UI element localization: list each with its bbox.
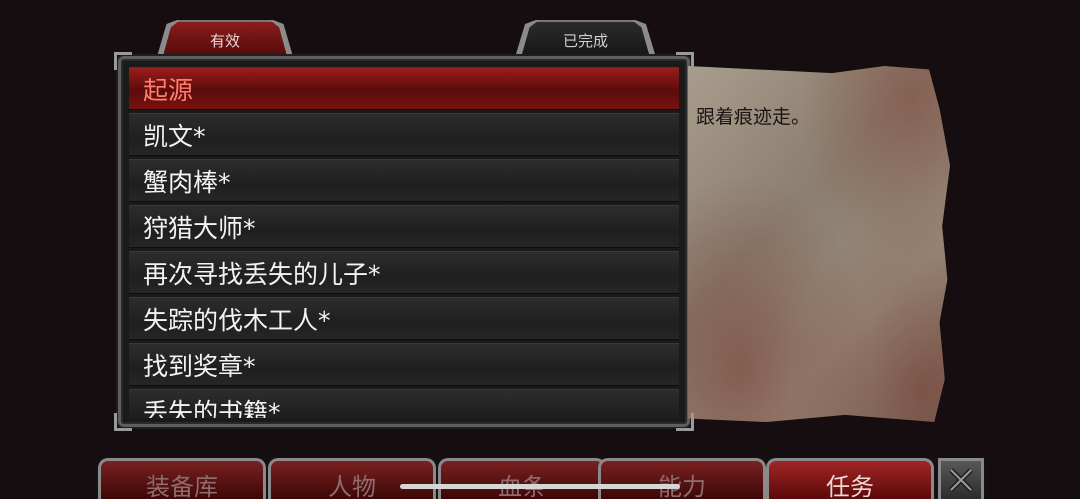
frame-corner-bottom-right xyxy=(676,413,694,431)
quest-row[interactable]: 再次寻找丢失的儿子* xyxy=(129,251,679,294)
tab-active[interactable]: 有效 xyxy=(150,20,300,60)
close-button[interactable] xyxy=(938,458,984,499)
nav-label: 装备库 xyxy=(146,472,218,499)
quest-title: 找到奖章* xyxy=(143,351,256,381)
nav-character-button[interactable]: 人物 xyxy=(268,458,436,499)
tab-active-label: 有效 xyxy=(209,31,240,50)
quest-title: 凯文* xyxy=(143,121,206,151)
frame-corner-top-left xyxy=(114,52,132,70)
quest-title: 丢失的书籍* xyxy=(143,397,281,419)
quest-row-origin[interactable]: 起源 xyxy=(129,67,679,110)
nav-label: 血条 xyxy=(498,472,546,499)
tab-completed-label: 已完成 xyxy=(562,31,608,50)
nav-abilities-button[interactable]: 能力 xyxy=(598,458,766,499)
home-indicator xyxy=(400,484,680,489)
tab-completed[interactable]: 已完成 xyxy=(508,20,663,60)
quest-title: 起源 xyxy=(143,75,194,105)
nav-inventory-button[interactable]: 装备库 xyxy=(98,458,266,499)
quest-row[interactable]: 找到奖章* xyxy=(129,343,679,386)
quest-title: 狩猎大师* xyxy=(143,213,256,243)
frame-corner-top-right xyxy=(676,52,694,70)
quest-row[interactable]: 狩猎大师* xyxy=(129,205,679,248)
quest-row[interactable]: 凯文* xyxy=(129,113,679,156)
nav-quests-button[interactable]: 任务 xyxy=(766,458,934,499)
quest-row[interactable]: 失踪的伐木工人* xyxy=(129,297,679,340)
quest-list[interactable]: 起源 凯文* 蟹肉棒* 狩猎大师* 再次寻找丢失的儿子* 失踪的伐木工人* 找到… xyxy=(129,67,679,418)
quest-title: 再次寻找丢失的儿子* xyxy=(143,259,381,289)
close-icon xyxy=(949,468,973,492)
quest-description: 跟着痕迹走。 xyxy=(696,106,811,128)
quest-row[interactable]: 蟹肉棒* xyxy=(129,159,679,202)
quest-title: 蟹肉棒* xyxy=(143,167,231,197)
nav-health-button[interactable]: 血条 xyxy=(438,458,606,499)
nav-label: 任务 xyxy=(826,472,874,499)
quest-title: 失踪的伐木工人* xyxy=(143,305,331,335)
quest-row[interactable]: 丢失的书籍* xyxy=(129,389,679,418)
quest-description-parchment: 跟着痕迹走。 xyxy=(688,66,950,422)
frame-corner-bottom-left xyxy=(114,413,132,431)
quest-list-panel: 起源 凯文* 蟹肉棒* 狩猎大师* 再次寻找丢失的儿子* 失踪的伐木工人* 找到… xyxy=(118,56,690,427)
nav-label: 能力 xyxy=(658,472,706,499)
nav-label: 人物 xyxy=(328,472,376,499)
